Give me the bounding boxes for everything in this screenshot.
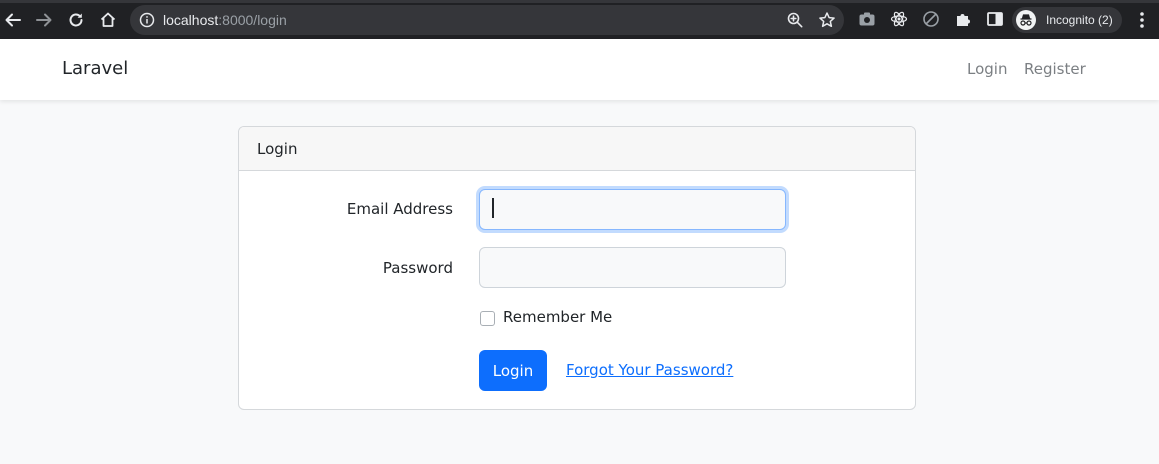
- incognito-avatar: [1016, 10, 1036, 30]
- url-path: :8000/login: [218, 12, 287, 28]
- text-caret: [492, 198, 494, 218]
- incognito-icon: [1020, 14, 1032, 26]
- login-card: Login Email Address Password Remember Me…: [238, 126, 916, 410]
- password-label: Password: [382, 259, 453, 277]
- bookmark-star-icon[interactable]: [818, 11, 836, 29]
- tab-strip-edge: [0, 0, 1159, 3]
- address-bar[interactable]: localhost:8000/login: [130, 5, 844, 35]
- profile-label: Incognito (2): [1046, 13, 1113, 27]
- home-icon: [100, 12, 116, 27]
- remember-me-label[interactable]: Remember Me: [503, 307, 612, 327]
- info-icon[interactable]: [139, 12, 155, 28]
- nav-register-link[interactable]: Register: [1024, 59, 1086, 79]
- email-field[interactable]: [479, 189, 786, 230]
- blocked-extension-icon[interactable]: [922, 10, 940, 28]
- arrow-left-icon: [5, 13, 21, 27]
- remember-me-checkbox[interactable]: [480, 311, 495, 326]
- camera-extension-icon[interactable]: [858, 10, 876, 28]
- forward-button[interactable]: [33, 9, 55, 31]
- react-devtools-icon[interactable]: [890, 10, 908, 28]
- zoom-icon[interactable]: [786, 11, 804, 29]
- brand-link[interactable]: Laravel: [62, 57, 128, 81]
- password-field[interactable]: [479, 247, 786, 288]
- url-text[interactable]: localhost:8000/login: [163, 11, 287, 29]
- nav-login-link[interactable]: Login: [967, 59, 1007, 79]
- login-submit-button[interactable]: Login: [479, 350, 547, 391]
- card-title: Login: [257, 140, 298, 158]
- app-navbar: Laravel Login Register: [0, 39, 1159, 100]
- reload-button[interactable]: [65, 9, 87, 31]
- side-panel-icon[interactable]: [986, 10, 1004, 28]
- forgot-password-link[interactable]: Forgot Your Password?: [566, 360, 733, 380]
- browser-menu-icon[interactable]: [1134, 11, 1150, 29]
- arrow-right-icon: [36, 13, 52, 27]
- back-button[interactable]: [2, 9, 24, 31]
- home-button[interactable]: [97, 9, 119, 31]
- extensions-puzzle-icon[interactable]: [954, 10, 972, 28]
- card-header: Login: [239, 127, 915, 171]
- browser-toolbar: localhost:8000/login Incognito (2): [0, 0, 1159, 39]
- email-label: Email Address: [346, 200, 453, 218]
- incognito-profile-button[interactable]: Incognito (2): [1012, 7, 1122, 33]
- reload-icon: [69, 13, 83, 27]
- url-host: localhost: [163, 12, 219, 28]
